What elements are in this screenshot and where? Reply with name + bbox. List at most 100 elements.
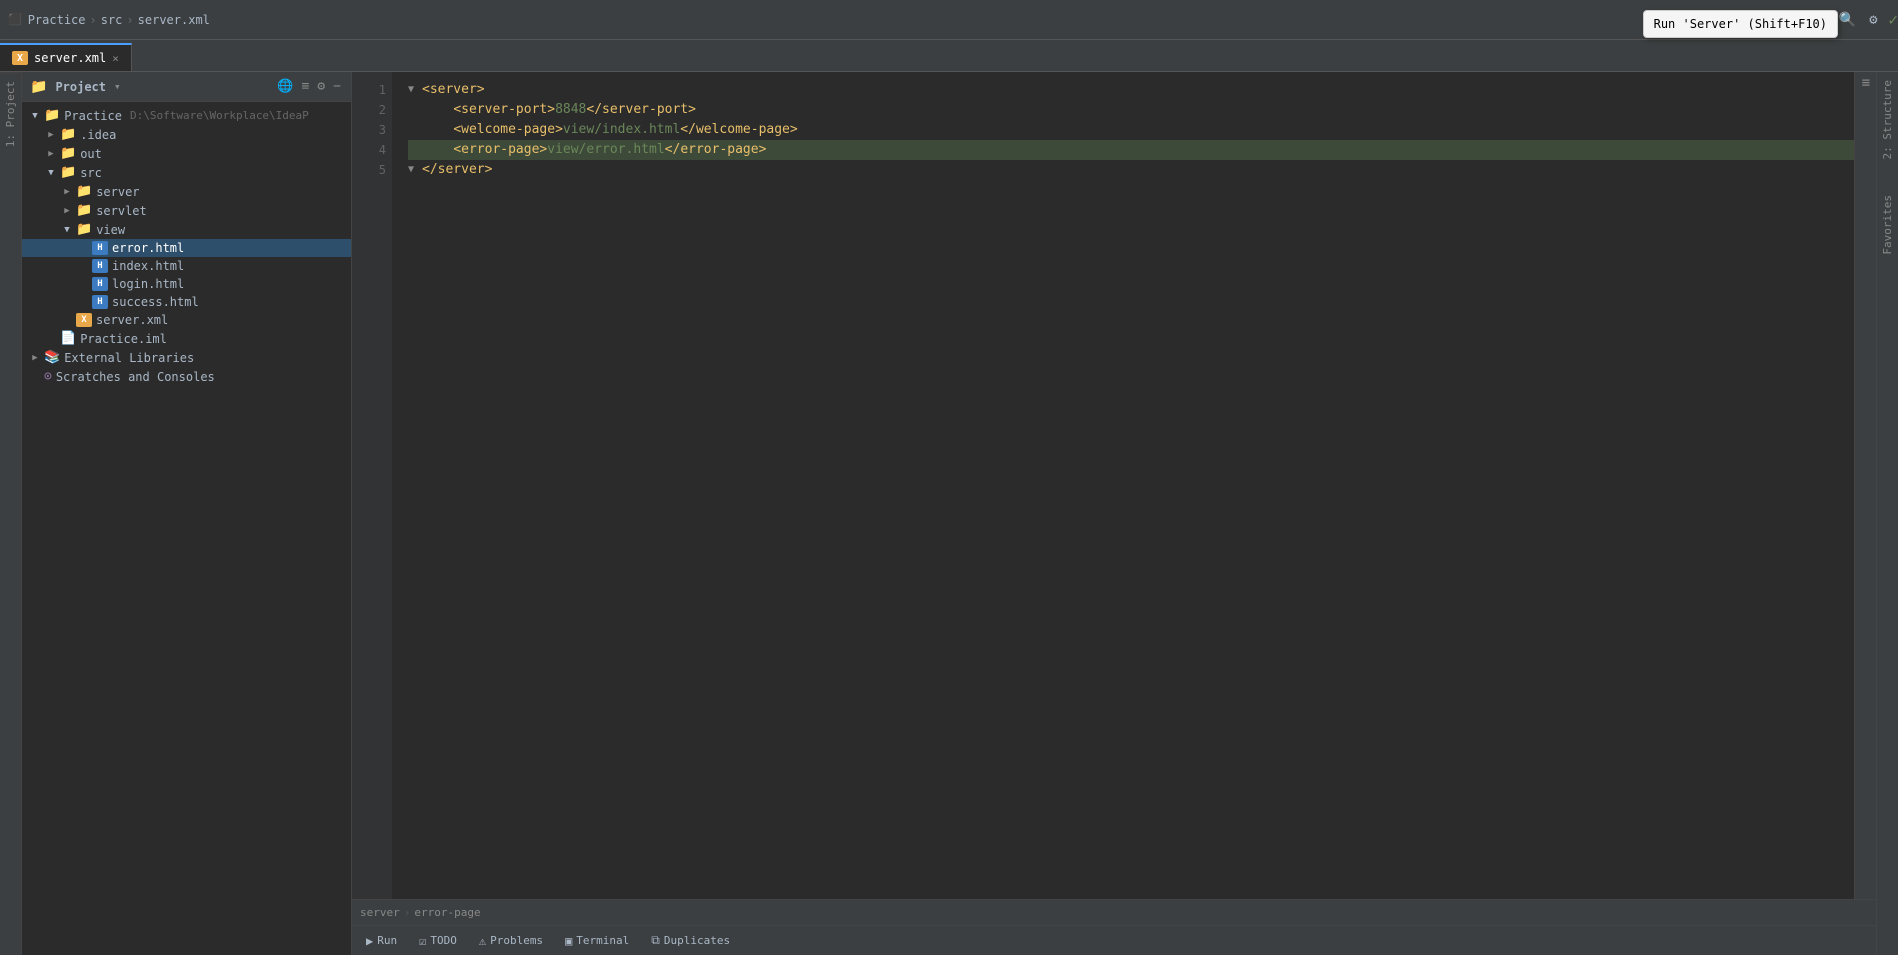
project-dropdown-arrow[interactable]: ▾ [114,80,121,93]
project-layout-icon[interactable]: ≡ [300,77,312,96]
src-folder-icon: 📁 [60,165,76,180]
view-folder-icon: 📁 [76,222,92,237]
tree-label-servlet: servlet [96,204,147,218]
fold-arrow-5[interactable]: ▼ [408,160,422,180]
breadcrumb: ⬛ Practice › src › server.xml [0,13,210,27]
tree-item-out[interactable]: ▶ 📁 out [22,144,351,163]
line-num-4: 4 [352,140,386,160]
code-editor[interactable]: ▼ <server> <server-port>8848</server-por… [392,72,1854,899]
tree-label-success-html: success.html [112,295,199,309]
lib-icon: 📚 [44,350,60,365]
status-breadcrumb: server › error-page [360,906,481,919]
tree-label-server-xml: server.xml [96,313,168,327]
xml-icon-server: X [76,313,92,327]
tree-item-server[interactable]: ▶ 📁 server [22,182,351,201]
project-close-icon[interactable]: − [331,77,343,96]
terminal-tab-label: Terminal [576,934,629,947]
run-tooltip: Run 'Server' (Shift+F10) [1643,10,1838,38]
tree-label-scratches: Scratches and Consoles [56,370,215,384]
tree-item-success-html[interactable]: H success.html [22,293,351,311]
structure-sidebar: 2: Structure Favorites [1876,72,1898,955]
tab-close-button[interactable]: × [112,52,119,65]
tree-item-servlet[interactable]: ▶ 📁 servlet [22,201,351,220]
code-line-5: ▼ </server> [408,160,1854,180]
app-icon: ⬛ [8,13,22,26]
tree-item-view[interactable]: ▼ 📁 view [22,220,351,239]
sidebar-project-tab[interactable]: 1: Project [0,72,21,155]
project-tree: ▼ 📁 Practice D:\Software\Workplace\IdeaP… [22,102,351,955]
tree-item-idea[interactable]: ▶ 📁 .idea [22,125,351,144]
project-add-icon[interactable]: 🌐 [275,77,295,96]
left-sidebar: 1: Project [0,72,22,955]
run-tab-icon: ▶ [366,934,373,948]
servlet-folder-icon: 📁 [76,203,92,218]
main-area: 1: Project 📁 Project ▾ 🌐 ≡ ⚙ − ▼ 📁 [0,72,1898,955]
tree-label-error-html: error.html [112,241,184,255]
tree-label-practice-iml: Practice.iml [80,332,167,346]
arrow-src: ▼ [46,168,56,178]
html-icon-login: H [92,277,108,291]
top-bar: ⬛ Practice › src › server.xml Server ▾ ▶… [0,0,1898,40]
tab-bar: X server.xml × [0,40,1898,72]
bottom-tabs: ▶ Run ☑ TODO ⚠ Problems ▣ Terminal ⧉ D [352,925,1876,955]
arrow-idea: ▶ [46,130,56,140]
tree-item-error-html[interactable]: H error.html [22,239,351,257]
bottom-tab-run[interactable]: ▶ Run [356,930,407,952]
tree-item-practice-iml[interactable]: 📄 Practice.iml [22,329,351,348]
todo-tab-label: TODO [430,934,457,947]
right-sidebar-icon-1[interactable]: ≡ [1855,72,1876,94]
tree-item-src[interactable]: ▼ 📁 src [22,163,351,182]
tree-item-index-html[interactable]: H index.html [22,257,351,275]
scratch-icon: ⊙ [44,369,52,384]
problems-tab-icon: ⚠ [479,934,486,948]
html-icon-success: H [92,295,108,309]
problems-tab-label: Problems [490,934,543,947]
settings-icon[interactable]: ⚙ [1862,9,1884,31]
html-icon-index: H [92,259,108,273]
green-check-icon: ✓ [1888,10,1898,29]
bottom-tab-terminal[interactable]: ▣ Terminal [555,930,639,952]
tree-label-external-libs: External Libraries [64,351,194,365]
line-num-3: 3 [352,120,386,140]
duplicates-tab-label: Duplicates [664,934,730,947]
tree-label-server: server [96,185,139,199]
tree-item-external-libs[interactable]: ▶ 📚 External Libraries [22,348,351,367]
code-line-2: <server-port>8848</server-port> [408,100,1854,120]
status-breadcrumb-error-page: error-page [414,906,480,919]
search-everywhere-icon[interactable]: 🔍 [1836,9,1858,31]
run-tab-label: Run [377,934,397,947]
breadcrumb-item-file: server.xml [138,13,210,27]
tree-label-practice: Practice [64,109,122,123]
tree-item-server-xml[interactable]: X server.xml [22,311,351,329]
arrow-servlet: ▶ [62,206,72,216]
arrow-practice: ▼ [30,111,40,121]
tab-server-xml[interactable]: X server.xml × [0,43,132,71]
todo-tab-icon: ☑ [419,934,426,948]
tree-item-login-html[interactable]: H login.html [22,275,351,293]
tree-label-idea: .idea [80,128,116,142]
bottom-tab-todo[interactable]: ☑ TODO [409,930,467,952]
bottom-tab-duplicates[interactable]: ⧉ Duplicates [641,929,740,952]
idea-folder-icon: 📁 [60,127,76,142]
bottom-tab-problems[interactable]: ⚠ Problems [469,930,553,952]
iml-icon: 📄 [60,331,76,346]
arrow-out: ▶ [46,149,56,159]
line-num-5: 5 [352,160,386,180]
tree-path-practice: D:\Software\Workplace\IdeaP [130,109,309,122]
status-bar: server › error-page [352,899,1876,925]
tree-label-src: src [80,166,102,180]
tree-item-practice[interactable]: ▼ 📁 Practice D:\Software\Workplace\IdeaP [22,106,351,125]
tree-item-scratches[interactable]: ⊙ Scratches and Consoles [22,367,351,386]
breadcrumb-item-practice: Practice [28,13,86,27]
structure-tab[interactable]: 2: Structure [1877,72,1898,167]
favorites-tab[interactable]: Favorites [1877,187,1898,263]
line-num-2: 2 [352,100,386,120]
tab-label: server.xml [34,51,106,65]
status-breadcrumb-server: server [360,906,400,919]
line-numbers: 1 2 3 4 5 [352,72,392,899]
practice-folder-icon: 📁 [44,108,60,123]
arrow-external-libs: ▶ [30,353,40,363]
out-folder-icon: 📁 [60,146,76,161]
project-settings-icon[interactable]: ⚙ [315,77,327,96]
fold-arrow-1[interactable]: ▼ [408,80,422,100]
